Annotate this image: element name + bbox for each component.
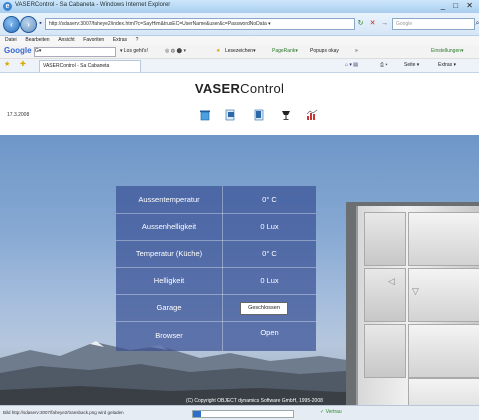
page-content: VASERControl 17.3.2008 Aussentemperatur xyxy=(0,73,479,405)
google-go-button[interactable]: ▾ Los geht's! xyxy=(120,48,148,54)
window-title-bar: e VASERControl - Sa Cabaneta - Windows I… xyxy=(0,0,479,14)
menu-tools[interactable]: Extras xyxy=(113,37,127,43)
google-toolbar: Google G▾ ▾ Los geht's! ◎ ◍ ⬤ ▾ ★ Leseze… xyxy=(0,45,479,59)
control-panel: Aussentemperatur 0° C Aussenhelligkeit 0… xyxy=(116,186,316,351)
page-menu[interactable]: Seite ▾ xyxy=(404,62,419,68)
switch-down-arrow-icon: ▽ xyxy=(412,286,419,296)
print-icon[interactable]: ⎙ ▾ xyxy=(380,62,388,68)
address-toolbar: ‹ › ▪ http://sdaserv:3007/faheye2/index.… xyxy=(0,13,479,36)
page-icon: ▪ xyxy=(39,20,42,27)
popups-button[interactable]: Popups okay xyxy=(310,48,339,54)
row-label: Garage xyxy=(116,294,223,321)
security-zone: ✓ Vertrau xyxy=(320,409,342,415)
star-icon: ★ xyxy=(216,48,221,54)
row-value: 0° C xyxy=(262,195,277,204)
wall-switch-photo: ◁ ▽ xyxy=(346,202,479,405)
lamp-icon[interactable] xyxy=(280,109,292,121)
stop-icon[interactable]: ✕ xyxy=(368,19,377,28)
row-outdoor-temperature: Aussentemperatur 0° C xyxy=(116,186,316,214)
refresh-icon[interactable]: ↻ xyxy=(356,19,365,28)
favorites-star-icon[interactable]: ★ xyxy=(4,60,10,68)
tab-title: VASERControl - Sa Cabaneta xyxy=(43,63,110,69)
go-icon[interactable]: → xyxy=(380,19,389,28)
row-label: Browser xyxy=(116,321,223,351)
row-kitchen-temperature: Temperatur (Küche) 0° C xyxy=(116,240,316,268)
ie-logo-icon: e xyxy=(3,2,12,11)
row-label: Aussenhelligkeit xyxy=(116,213,223,240)
menu-favorites[interactable]: Favoriten xyxy=(83,37,104,43)
loading-progress-bar xyxy=(192,410,294,418)
extras-menu[interactable]: Extras ▾ xyxy=(438,62,456,68)
home-icon[interactable]: ⌂ ▾ ▤ xyxy=(345,62,358,68)
switch-up-arrow-icon: ◁ xyxy=(388,276,395,286)
pagerank-button[interactable]: PageRank▾ xyxy=(272,48,298,54)
url-field[interactable]: http://sdaserv:3007/faheye2/index.html?c… xyxy=(45,18,355,30)
switch-plate: ◁ ▽ xyxy=(356,206,479,405)
status-bar: Bild http://sdaserv:3007/faheye2/transba… xyxy=(0,405,479,420)
favorites-bar: ★ ✚ VASERControl - Sa Cabaneta ⌂ ▾ ▤ ⎙ ▾… xyxy=(0,59,479,73)
bookmarks-button[interactable]: Lesezeichen▾ xyxy=(225,48,256,54)
menu-help[interactable]: ? xyxy=(136,37,139,43)
trash-icon[interactable] xyxy=(199,109,211,121)
browser-open-link[interactable]: Open xyxy=(223,321,316,348)
garage-closed-button[interactable]: Geschlossen xyxy=(240,302,288,315)
row-label: Aussentemperatur xyxy=(116,186,223,213)
row-outdoor-brightness: Aussenhelligkeit 0 Lux xyxy=(116,213,316,241)
copyright-text: (C) Copyright OBJECT dynamics Software G… xyxy=(186,398,323,404)
window-controls[interactable]: _ □ ✕ xyxy=(441,1,476,10)
progress-fill xyxy=(193,411,201,417)
chart-icon[interactable] xyxy=(306,109,318,121)
menu-edit[interactable]: Bearbeiten xyxy=(25,37,49,43)
row-value: 0 Lux xyxy=(260,222,279,231)
document-icon[interactable] xyxy=(224,109,236,121)
status-text: Bild http://sdaserv:3007/faheye2/transba… xyxy=(3,410,124,415)
google-toolbar-icons[interactable]: ◎ ◍ ⬤ ▾ xyxy=(165,48,186,54)
more-chevron[interactable]: » xyxy=(355,48,358,54)
row-browser: Browser Open xyxy=(116,321,316,351)
row-brightness: Helligkeit 0 Lux xyxy=(116,267,316,295)
menu-view[interactable]: Ansicht xyxy=(58,37,74,43)
forward-arrow-icon[interactable]: › xyxy=(20,16,37,33)
google-search-box[interactable]: G▾ xyxy=(34,47,116,57)
row-label: Temperatur (Küche) xyxy=(116,240,223,267)
window-title: VASERControl - Sa Cabaneta - Windows Int… xyxy=(15,2,171,8)
back-arrow-icon[interactable]: ‹ xyxy=(3,16,20,33)
settings-button[interactable]: Einstellungen▾ xyxy=(431,48,464,54)
row-garage: Garage Geschlossen xyxy=(116,294,316,322)
menu-bar: Datei Bearbeiten Ansicht Favoriten Extra… xyxy=(0,36,479,45)
row-value: 0 Lux xyxy=(260,276,279,285)
row-value: 0° C xyxy=(262,249,277,258)
search-icon[interactable]: ⌕ xyxy=(473,19,479,28)
row-label: Helligkeit xyxy=(116,267,223,294)
page-title: VASERControl xyxy=(194,81,285,96)
add-favorite-icon[interactable]: ✚ xyxy=(20,60,26,68)
tab-vasercontrol[interactable]: VASERControl - Sa Cabaneta xyxy=(39,60,141,72)
search-input[interactable]: Google xyxy=(392,18,475,30)
date-label: 17.3.2008 xyxy=(7,112,30,118)
documents-icon[interactable] xyxy=(253,109,265,121)
google-logo: Google xyxy=(4,46,32,55)
menu-file[interactable]: Datei xyxy=(5,37,17,43)
